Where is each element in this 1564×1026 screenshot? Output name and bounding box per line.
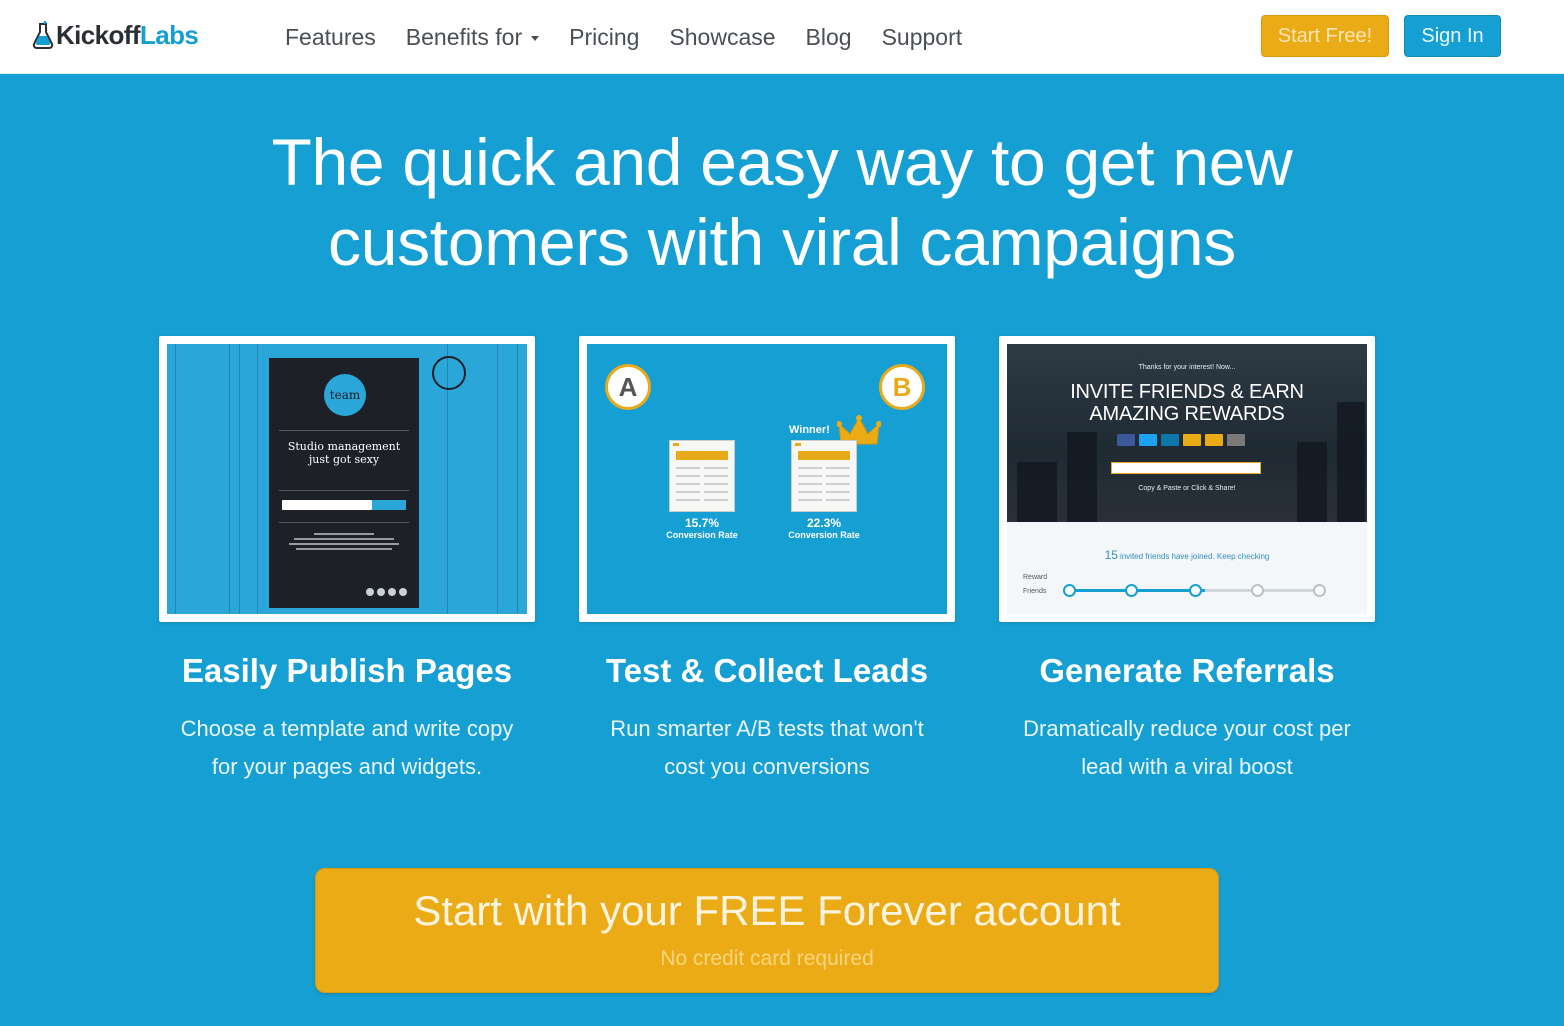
friends-row-label: Friends xyxy=(1023,588,1047,595)
variant-a-page-icon xyxy=(669,440,735,512)
flask-icon xyxy=(32,21,54,49)
feature-title-publish: Easily Publish Pages xyxy=(181,652,513,689)
progress-track xyxy=(1063,584,1326,597)
preview-social-icons xyxy=(366,588,407,596)
referral-thanks-text: Thanks for your interest! Now... xyxy=(1138,364,1236,371)
logo[interactable]: KickoffLabs xyxy=(32,17,199,53)
winner-label: Winner! xyxy=(789,424,830,436)
nav-showcase[interactable]: Showcase xyxy=(669,20,775,54)
feature-title-referrals: Generate Referrals xyxy=(1039,652,1335,689)
invited-count-text: 15 invited friends have joined. Keep chec… xyxy=(1104,548,1270,562)
feature-card-referrals: Thanks for your interest! Now... INVITE … xyxy=(999,336,1375,622)
nav-features[interactable]: Features xyxy=(285,20,376,54)
free-account-cta-button[interactable]: Start with your FREE Forever account No … xyxy=(315,868,1219,993)
circle-icon xyxy=(432,356,466,390)
feature-card-ab-test: A B 15.7% Conversion Rate Winner! 22.3% … xyxy=(579,336,955,622)
referral-copy-text: Copy & Paste or Click & Share! xyxy=(1138,485,1236,492)
preview-email-input xyxy=(282,500,372,510)
nav-support[interactable]: Support xyxy=(882,20,963,54)
nav-blog[interactable]: Blog xyxy=(806,20,852,54)
reward-row-label: Reward xyxy=(1023,574,1048,581)
preview-submit xyxy=(372,500,406,510)
template-preview: team Studio management just got sexy xyxy=(269,358,419,608)
feature-desc-leads: Run smarter A/B tests that won't cost you… xyxy=(610,716,924,779)
team-logo: team xyxy=(324,374,366,416)
logo-text: KickoffLabs xyxy=(56,19,199,50)
referral-link-field xyxy=(1111,462,1261,474)
sign-in-button[interactable]: Sign In xyxy=(1404,15,1501,57)
caret-down-icon xyxy=(531,36,540,41)
preview-headline: Studio management just got sexy xyxy=(287,440,401,466)
feature-desc-referrals: Dramatically reduce your cost per lead wi… xyxy=(1023,716,1351,779)
variant-b-badge: B xyxy=(879,364,925,410)
variant-a-rate: 15.7% Conversion Rate xyxy=(666,516,738,540)
referral-preview-hero: Thanks for your interest! Now... INVITE … xyxy=(1007,344,1367,522)
preview-features xyxy=(283,530,405,554)
share-buttons xyxy=(1117,434,1245,446)
main-nav: Features Benefits for Pricing Showcase B… xyxy=(285,20,992,54)
cta-main-text: Start with your FREE Forever account xyxy=(413,887,1121,934)
feature-card-publish: team Studio management just got sexy xyxy=(159,336,535,622)
cta-sub-text: No credit card required xyxy=(660,947,874,970)
referral-preview-title: INVITE FRIENDS & EARN AMAZING REWARDS xyxy=(1070,381,1304,425)
top-navbar: KickoffLabs Features Benefits for Pricin… xyxy=(0,0,1564,74)
nav-benefits-for[interactable]: Benefits for xyxy=(406,20,540,54)
start-free-button[interactable]: Start Free! xyxy=(1261,15,1389,57)
variant-b-rate: 22.3% Conversion Rate xyxy=(788,516,860,540)
nav-pricing[interactable]: Pricing xyxy=(569,20,639,54)
hero-title: The quick and easy way to get new custom… xyxy=(271,125,1293,279)
feature-desc-publish: Choose a template and write copy for your… xyxy=(180,716,514,779)
variant-a-badge: A xyxy=(605,364,651,410)
variant-b-page-icon xyxy=(791,440,857,512)
referral-progress: 15 invited friends have joined. Keep chec… xyxy=(1007,522,1367,614)
feature-title-leads: Test & Collect Leads xyxy=(605,652,929,689)
